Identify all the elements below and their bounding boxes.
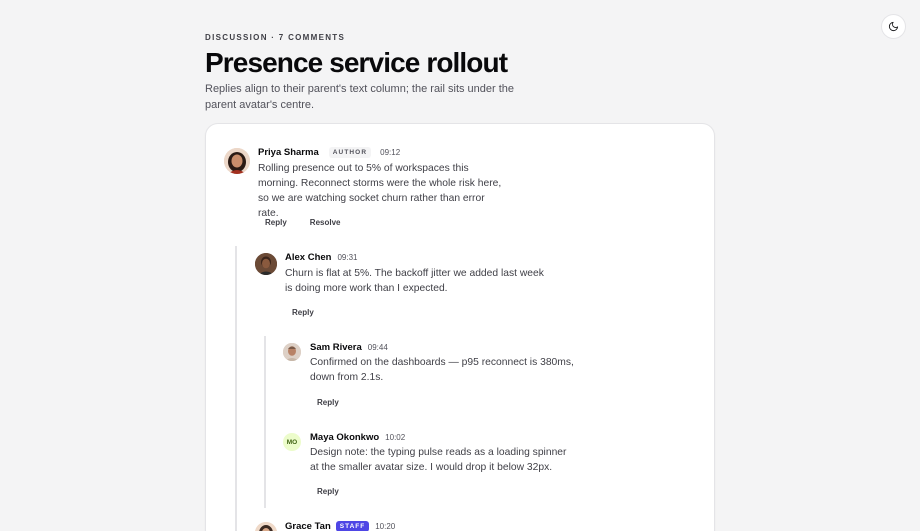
comment-meta: Grace Tan STAFF 10:20 <box>285 521 395 531</box>
comment-time: 10:02 <box>385 433 406 442</box>
comment-actions: Reply <box>310 484 346 499</box>
comment-body: Rolling presence out to 5% of workspaces… <box>258 163 502 219</box>
comment-body: Confirmed on the dashboards — p95 reconn… <box>310 357 574 383</box>
avatar <box>255 253 277 275</box>
comment-author: Priya Sharma <box>258 147 319 158</box>
comment-body: Churn is flat at 5%. The backoff jitter … <box>285 268 544 294</box>
comment-body: Design note: the typing pulse reads as a… <box>310 447 567 473</box>
comment-thread-card: Priya Sharma AUTHOR 09:12 Rolling presen… <box>205 123 715 531</box>
comment-time: 10:20 <box>375 522 396 531</box>
avatar-initials: MO <box>286 438 298 446</box>
avatar: MO <box>283 433 301 451</box>
page-title: Presence service rollout <box>205 47 508 78</box>
comment-time: 09:44 <box>367 343 388 352</box>
comment-meta: Priya Sharma AUTHOR 09:12 <box>258 147 400 158</box>
comment-author: Sam Rivera <box>310 342 362 353</box>
comment-author: Alex Chen <box>285 252 332 263</box>
comment-meta: Sam Rivera 09:44 <box>310 342 388 353</box>
thread-rail <box>264 336 266 508</box>
comment-author: Grace Tan <box>285 521 331 531</box>
theme-toggle-button[interactable] <box>881 14 906 39</box>
comment-actions: Reply <box>285 305 321 320</box>
staff-badge: STAFF <box>335 521 370 531</box>
author-badge: AUTHOR <box>328 147 372 158</box>
comment-meta: Alex Chen 09:31 <box>285 252 358 263</box>
avatar <box>255 522 277 531</box>
comment-time: 09:31 <box>337 253 358 262</box>
avatar <box>283 343 301 361</box>
moon-icon <box>888 21 899 32</box>
page-subtitle: Replies align to their parent's text col… <box>205 83 515 111</box>
thread-rail <box>235 246 237 531</box>
discussion-eyebrow: DISCUSSION · 7 COMMENTS <box>205 33 346 42</box>
comment-time: 09:12 <box>380 148 401 157</box>
comment-actions: Reply Resolve <box>258 215 347 230</box>
resolve-button[interactable]: Resolve <box>303 215 348 230</box>
comment-actions: Reply <box>310 395 346 410</box>
reply-button[interactable]: Reply <box>285 305 321 320</box>
comment-author: Maya Okonkwo <box>310 432 380 443</box>
avatar <box>224 148 250 174</box>
reply-button[interactable]: Reply <box>310 395 346 410</box>
comment-meta: Maya Okonkwo 10:02 <box>310 432 405 443</box>
reply-button[interactable]: Reply <box>310 484 346 499</box>
reply-button[interactable]: Reply <box>258 215 294 230</box>
discussion-header: DISCUSSION · 7 COMMENTS Presence service… <box>205 33 545 113</box>
